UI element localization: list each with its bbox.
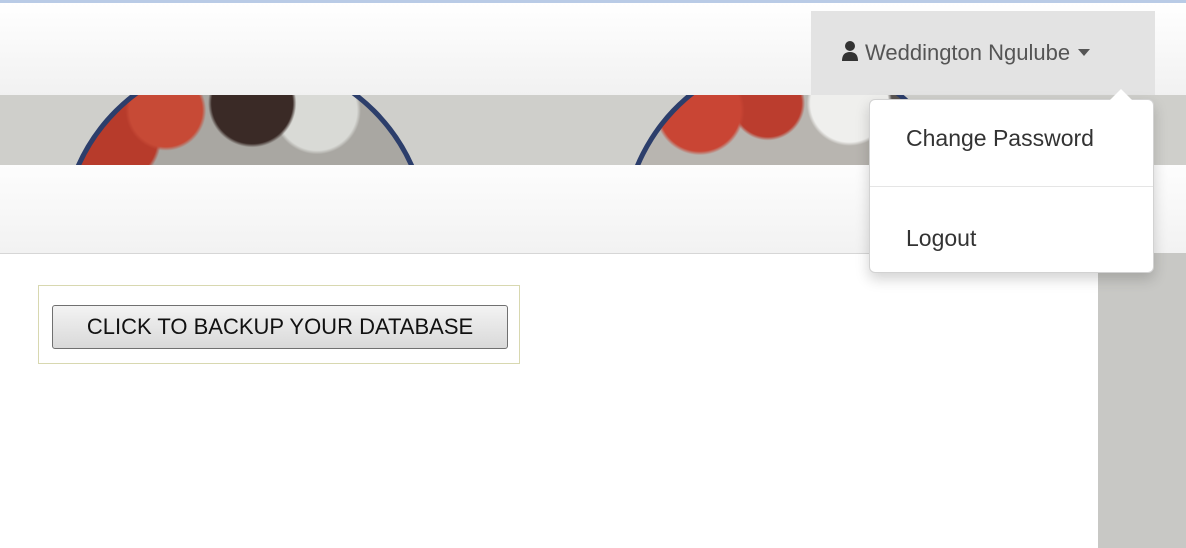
user-icon <box>841 40 859 62</box>
user-dropdown-menu: Change Password Logout <box>869 89 1154 273</box>
page: Weddington Ngulube CLICK TO BACKUP YOUR … <box>0 0 1186 548</box>
backup-database-button[interactable]: CLICK TO BACKUP YOUR DATABASE <box>52 305 508 349</box>
right-side-panel <box>1098 253 1186 548</box>
banner-photo-circle-left <box>60 95 430 165</box>
dropdown-arrow <box>1110 89 1132 100</box>
menu-item-change-password[interactable]: Change Password <box>870 125 1153 152</box>
navbar: Weddington Ngulube <box>0 3 1186 98</box>
caret-down-icon <box>1078 49 1091 56</box>
backup-panel: CLICK TO BACKUP YOUR DATABASE <box>38 285 520 364</box>
menu-item-logout[interactable]: Logout <box>870 225 1153 252</box>
user-menu-toggle[interactable]: Weddington Ngulube <box>811 11 1155 98</box>
user-name: Weddington Ngulube <box>865 40 1071 65</box>
menu-divider <box>870 186 1153 187</box>
